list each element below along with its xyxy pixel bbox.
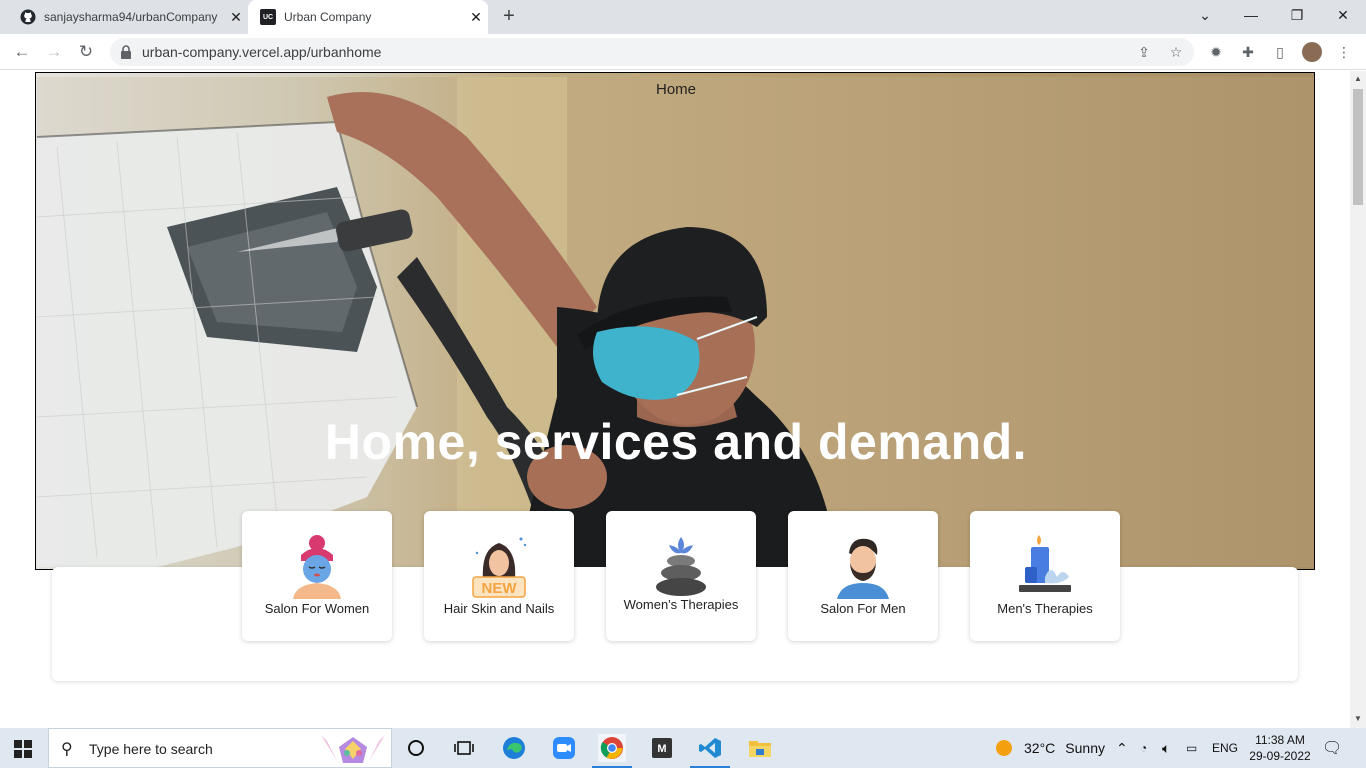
scroll-down-arrow-icon[interactable]: ▼: [1354, 714, 1362, 723]
battery-icon[interactable]: ▭: [1186, 728, 1197, 768]
windows-taskbar: ⚲ Type here to search M 32°C Sunny ⌃ ◔ 🔈…: [0, 728, 1366, 768]
task-view-icon[interactable]: [450, 734, 478, 762]
close-tab-icon[interactable]: ✕: [464, 9, 488, 26]
github-icon: [20, 9, 36, 25]
category-label: Salon For Men: [820, 601, 906, 616]
weather-temp: 32°C: [1024, 740, 1056, 756]
minimize-button[interactable]: —: [1228, 0, 1274, 30]
show-hidden-icons-chevron-icon[interactable]: ⌃: [1116, 728, 1128, 768]
address-bar[interactable]: urban-company.vercel.app/urbanhome ⇪ ☆: [110, 38, 1194, 66]
system-clock[interactable]: 11:38 AM 29-09-2022: [1240, 732, 1320, 764]
search-icon: ⚲: [61, 741, 73, 758]
category-label: Hair Skin and Nails: [443, 601, 555, 616]
new-tab-button[interactable]: +: [498, 6, 520, 28]
url-text: urban-company.vercel.app/urbanhome: [142, 44, 382, 60]
category-card-salon-men[interactable]: Salon For Men: [788, 511, 938, 641]
wifi-icon[interactable]: ◔: [1140, 728, 1147, 768]
tab-title: Urban Company: [284, 10, 372, 24]
category-card-hair-skin-nails[interactable]: NEW Hair Skin and Nails: [424, 511, 574, 641]
nav-home-link[interactable]: Home: [37, 81, 1314, 98]
category-card-mens-therapies[interactable]: Men's Therapies: [970, 511, 1120, 641]
hero-headline: Home, services and demand.: [324, 414, 1028, 470]
back-icon[interactable]: ←: [10, 40, 34, 64]
volume-icon[interactable]: 🔈︎: [1162, 728, 1170, 768]
menu-kebab-icon[interactable]: ⋮: [1334, 42, 1354, 62]
notifications-icon[interactable]: 🗨︎: [1322, 728, 1342, 768]
chrome-icon[interactable]: [592, 734, 632, 768]
restore-button[interactable]: ❐: [1274, 0, 1320, 30]
m-app-icon[interactable]: M: [648, 734, 676, 762]
zoom-icon[interactable]: [550, 734, 578, 762]
side-panel-icon[interactable]: ▯: [1270, 42, 1290, 62]
extension-bug-icon[interactable]: ✹: [1206, 42, 1226, 62]
close-tab-icon[interactable]: ✕: [224, 9, 248, 26]
vscode-icon[interactable]: [690, 734, 730, 768]
scrollbar-thumb[interactable]: [1353, 89, 1363, 205]
taskbar-search-input[interactable]: ⚲ Type here to search: [48, 728, 392, 768]
hero-image: Home Home, services and demand.: [37, 77, 1314, 567]
salon-men-icon: [837, 538, 889, 599]
close-window-button[interactable]: ✕: [1320, 0, 1366, 30]
forward-icon[interactable]: →: [42, 40, 66, 64]
category-label: Women's Therapies: [623, 597, 739, 612]
reload-icon[interactable]: ↻: [74, 40, 98, 64]
tab-github[interactable]: sanjaysharma94/urbanCompany ✕: [8, 0, 248, 34]
extensions-puzzle-icon[interactable]: ✚: [1238, 42, 1258, 62]
tab-strip: sanjaysharma94/urbanCompany ✕ UC Urban C…: [0, 0, 1366, 34]
svg-text:M: M: [657, 743, 666, 755]
sun-icon: [996, 740, 1012, 756]
clock-date: 29-09-2022: [1249, 749, 1311, 763]
category-label: Men's Therapies: [997, 601, 1093, 616]
salon-women-icon: [293, 535, 341, 599]
tab-search-icon[interactable]: ⌄: [1182, 0, 1228, 30]
weather-widget[interactable]: 32°C Sunny: [994, 728, 1105, 768]
mens-therapies-icon: [1019, 535, 1071, 592]
weather-text: Sunny: [1065, 740, 1105, 756]
hero-banner: Home Home, services and demand.: [35, 72, 1315, 570]
clock-time: 11:38 AM: [1255, 733, 1305, 747]
uc-icon: UC: [260, 9, 276, 25]
category-card-womens-therapies[interactable]: Women's Therapies: [606, 511, 756, 641]
category-card-salon-women[interactable]: Salon For Women: [242, 511, 392, 641]
share-icon[interactable]: ⇪: [1134, 42, 1154, 62]
new-badge-text: NEW: [482, 580, 518, 597]
edge-icon[interactable]: [500, 734, 528, 762]
tab-urban-company[interactable]: UC Urban Company ✕: [248, 0, 488, 34]
task-view-cortana-icon[interactable]: [402, 734, 430, 762]
hair-skin-nails-icon: NEW: [472, 537, 527, 598]
language-indicator[interactable]: ENG: [1212, 728, 1238, 768]
search-highlight-art-icon: [321, 735, 385, 763]
page-scrollbar[interactable]: ▲ ▼: [1350, 71, 1366, 728]
category-label: Salon For Women: [264, 601, 370, 616]
search-placeholder: Type here to search: [89, 741, 213, 757]
page-viewport: Home Home, services and demand. Salon Fo…: [0, 71, 1350, 728]
womens-therapies-icon: [656, 537, 706, 596]
tab-title: sanjaysharma94/urbanCompany: [44, 10, 218, 24]
profile-avatar[interactable]: [1302, 42, 1322, 62]
browser-toolbar: ← → ↻ urban-company.vercel.app/urbanhome…: [0, 34, 1366, 70]
windows-start-icon[interactable]: [14, 740, 32, 758]
bookmark-star-icon[interactable]: ☆: [1166, 42, 1186, 62]
scroll-up-arrow-icon[interactable]: ▲: [1354, 74, 1362, 83]
lock-icon: [121, 45, 131, 59]
file-explorer-icon[interactable]: [746, 734, 774, 762]
